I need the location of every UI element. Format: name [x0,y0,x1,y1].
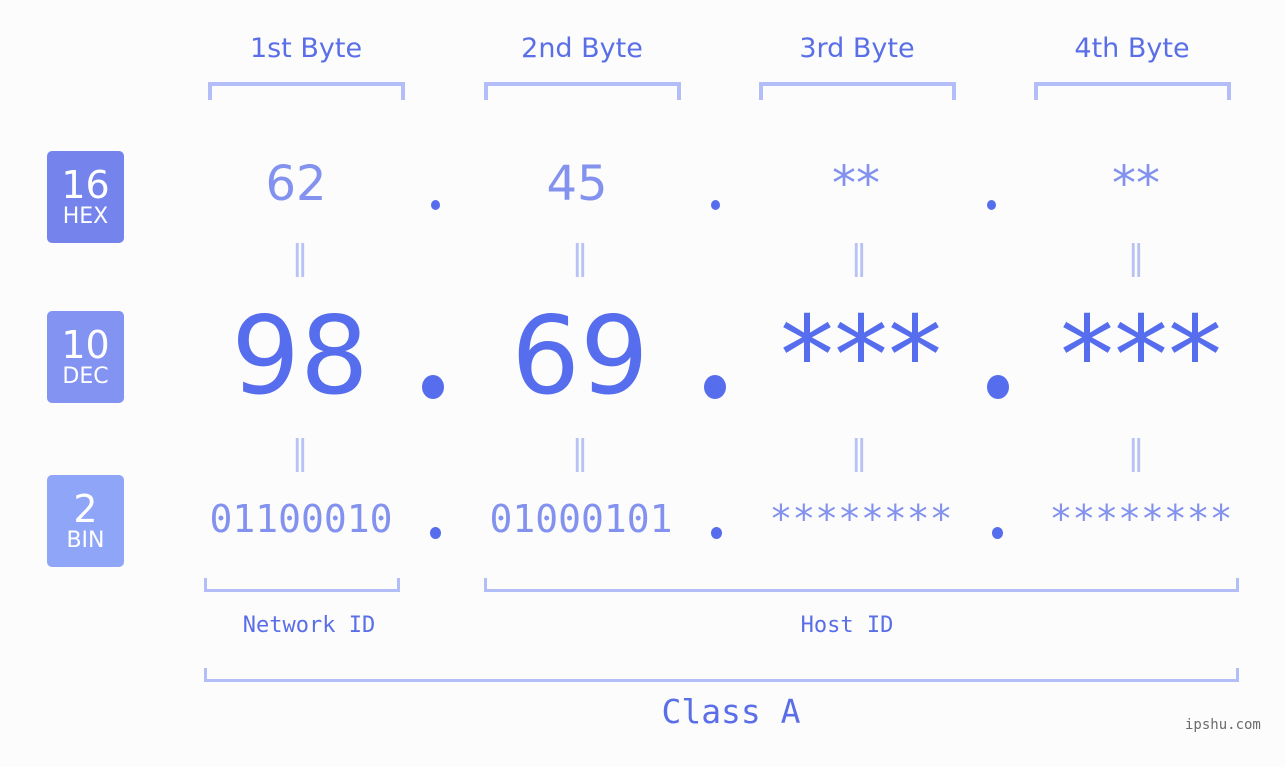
bin-base-label: BIN [66,528,105,553]
byte-header-1: 1st Byte [249,33,363,64]
dec-separator-3 [987,375,1009,399]
byte-bracket-2 [484,82,681,100]
host-id-bracket [484,578,1239,592]
byte-bracket-1 [208,82,405,100]
dec-separator-1 [422,375,444,399]
network-id-bracket [204,578,400,592]
bin-value-3: ******** [769,497,953,541]
host-id-label: Host ID [800,613,894,638]
dec-separator-2 [704,375,726,399]
dec-badge: 10 DEC [47,311,124,403]
class-bracket [204,668,1239,682]
watermark: ipshu.com [1185,717,1261,733]
bin-separator-3 [992,527,1003,539]
dec-value-4: *** [1060,294,1222,419]
equals-icon: ‖ [850,433,868,473]
dec-value-2: 69 [511,294,649,419]
bin-value-4: ******** [1049,497,1233,541]
byte-header-3: 3rd Byte [799,33,915,64]
byte-header-2: 2nd Byte [521,33,643,64]
equals-icon: ‖ [291,238,309,278]
equals-icon: ‖ [1127,433,1145,473]
byte-bracket-3 [759,82,956,100]
equals-icon: ‖ [571,238,589,278]
hex-separator-3 [987,200,996,210]
equals-icon: ‖ [850,238,868,278]
hex-value-3: ** [832,156,880,212]
dec-base-number: 10 [61,323,110,367]
hex-value-1: 62 [265,156,327,212]
equals-icon: ‖ [571,433,589,473]
dec-value-3: *** [780,294,942,419]
byte-header-4: 4th Byte [1074,33,1190,64]
equals-icon: ‖ [291,433,309,473]
bin-value-1: 01100010 [209,497,393,541]
hex-base-number: 16 [61,163,110,207]
hex-value-4: ** [1112,156,1160,212]
hex-separator-1 [431,200,440,210]
hex-value-2: 45 [546,156,608,212]
hex-badge: 16 HEX [47,151,124,243]
dec-base-label: DEC [62,364,109,389]
hex-base-label: HEX [62,204,109,229]
bin-badge: 2 BIN [47,475,124,567]
bin-separator-1 [430,527,441,539]
network-id-label: Network ID [242,613,376,638]
bin-separator-2 [711,527,722,539]
dec-value-1: 98 [231,294,369,419]
equals-icon: ‖ [1127,238,1145,278]
bin-value-2: 01000101 [489,497,673,541]
bin-base-number: 2 [73,487,98,531]
byte-bracket-4 [1034,82,1231,100]
hex-separator-2 [711,200,720,210]
class-label: Class A [661,692,801,731]
